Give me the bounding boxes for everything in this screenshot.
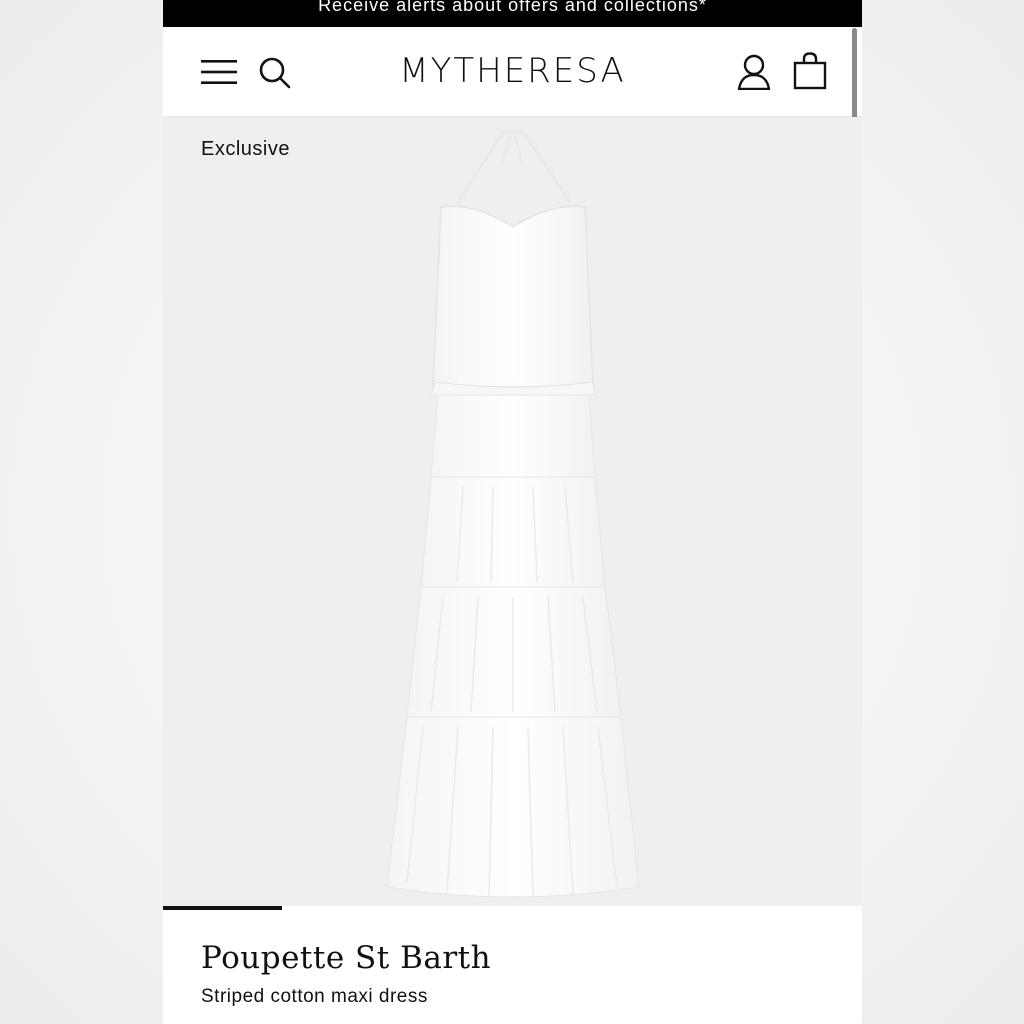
product-brand[interactable]: Poupette St Barth <box>201 940 491 976</box>
dress-product-image <box>386 130 640 898</box>
shopping-bag-icon[interactable] <box>793 52 827 90</box>
product-image-gallery[interactable]: Exclusive <box>163 117 862 906</box>
gallery-progress-indicator <box>163 906 282 910</box>
gallery-progress-track <box>282 906 862 910</box>
exclusive-badge: Exclusive <box>201 138 290 160</box>
promo-text: Receive alerts about offers and collecti… <box>318 0 707 15</box>
promo-banner[interactable]: Receive alerts about offers and collecti… <box>163 0 862 27</box>
account-icon[interactable] <box>737 54 771 90</box>
product-page: Receive alerts about offers and collecti… <box>163 0 862 1024</box>
product-name: Striped cotton maxi dress <box>201 986 428 1007</box>
site-header: MYTHERESA <box>163 27 862 117</box>
